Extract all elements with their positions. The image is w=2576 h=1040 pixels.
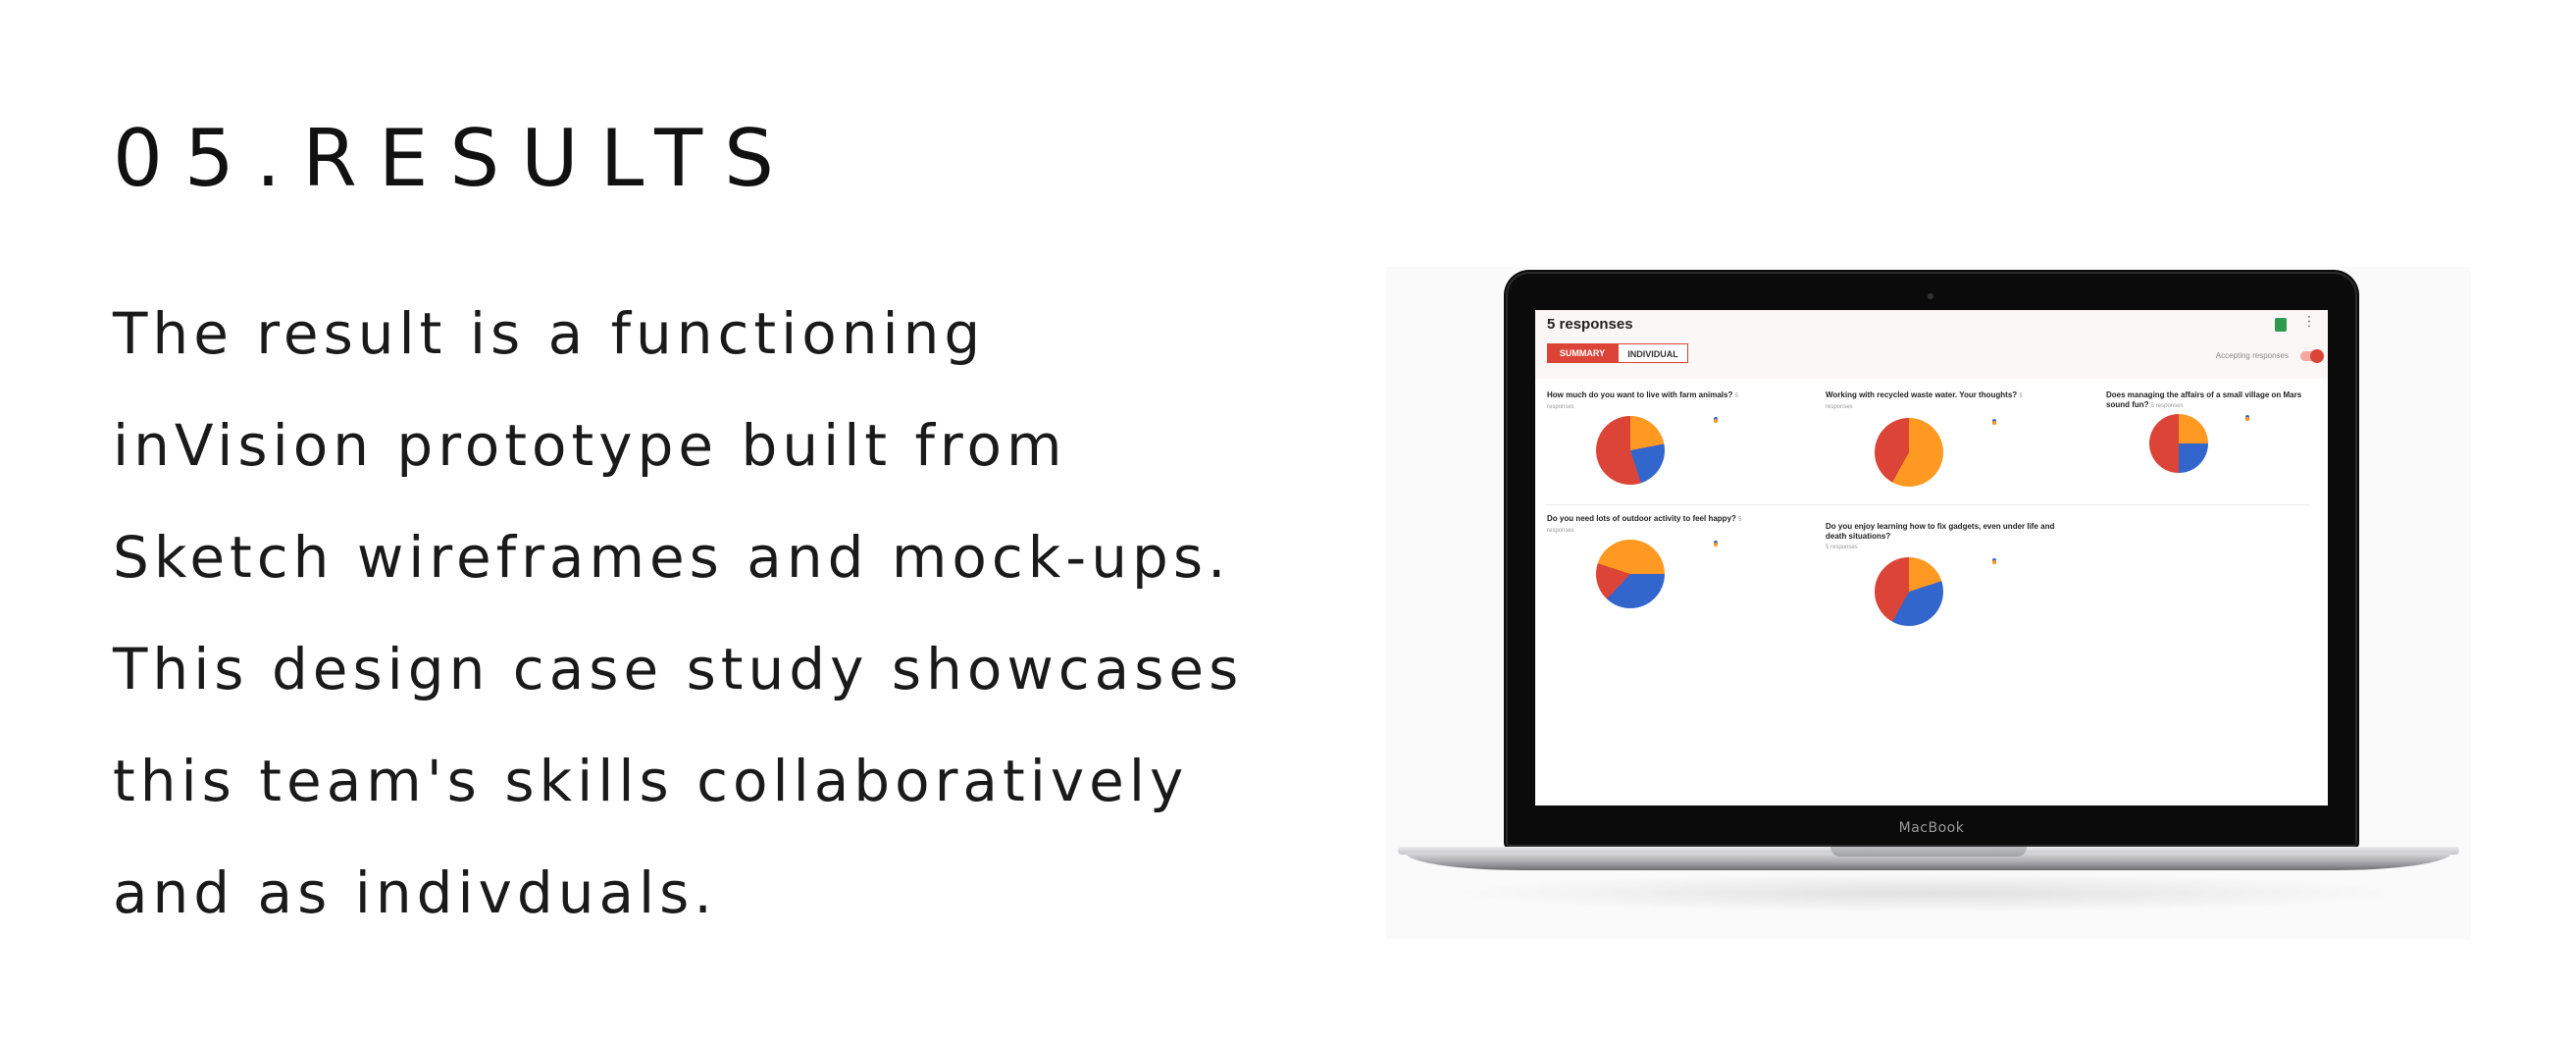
pie-chart	[1596, 416, 1665, 485]
question-card: Do you enjoy learning how to fix gadgets…	[1826, 522, 2061, 552]
question-card: How much do you want to live with farm a…	[1547, 390, 1763, 412]
laptop-hinge-notch	[1830, 847, 2027, 857]
paragraph-line: Sketch wireframes and mock-ups.	[113, 524, 1231, 591]
accepting-responses-label: Accepting responses	[2215, 351, 2289, 360]
response-count: 5 responses	[1547, 316, 1633, 333]
question-response-count: 5 responses	[1826, 545, 1858, 550]
laptop-bezel: 5 responses ⋮ SUMMARY INDIVIDUAL Accepti…	[1504, 270, 2359, 849]
accepting-responses-toggle	[2300, 349, 2324, 363]
results-paragraph: The result is a functioning inVision pro…	[113, 278, 1319, 949]
row-divider	[1545, 504, 2310, 505]
question-response-count: 5 responses	[2150, 403, 2184, 409]
pie-legend	[1992, 418, 2071, 425]
question-title-text: Working with recycled waste water. Your …	[1826, 390, 2018, 399]
laptop-brand-label: MacBook	[1898, 820, 1965, 836]
laptop-shadow	[1445, 873, 2412, 912]
question-title: How much do you want to live with farm a…	[1547, 390, 1763, 412]
pie-legend	[1992, 557, 2071, 564]
form-summary-header: 5 responses ⋮ SUMMARY INDIVIDUAL Accepti…	[1535, 310, 2328, 379]
sheets-icon	[2275, 318, 2287, 332]
question-title: Working with recycled waste water. Your …	[1826, 390, 2041, 412]
pie-chart	[1596, 540, 1665, 608]
question-title-text: How much do you want to live with farm a…	[1547, 390, 1733, 399]
paragraph-line: inVision prototype built from	[113, 412, 1067, 479]
question-title: Do you need lots of outdoor activity to …	[1547, 514, 1763, 536]
more-vertical-icon: ⋮	[2302, 314, 2316, 330]
question-card: Does managing the affairs of a small vil…	[2106, 390, 2322, 411]
section-title: 05.RESULTS	[113, 113, 796, 204]
paragraph-line: and as indivduals.	[113, 859, 717, 926]
camera-icon	[1928, 293, 1933, 299]
paragraph-line: This design case study showcases	[113, 636, 1244, 702]
laptop-mockup-image: 5 responses ⋮ SUMMARY INDIVIDUAL Accepti…	[1386, 267, 2471, 939]
question-title-text: Do you enjoy learning how to fix gadgets…	[1826, 522, 2055, 541]
tab-individual: INDIVIDUAL	[1618, 343, 1688, 363]
pie-chart	[1875, 557, 1943, 626]
question-title: Does managing the affairs of a small vil…	[2106, 390, 2322, 411]
paragraph-line: this team's skills collaboratively	[113, 748, 1189, 814]
pie-chart	[2149, 414, 2208, 473]
pie-legend	[1714, 540, 1792, 546]
question-card: Working with recycled waste water. Your …	[1826, 390, 2041, 412]
pie-legend	[1714, 416, 1792, 423]
laptop-screen: 5 responses ⋮ SUMMARY INDIVIDUAL Accepti…	[1535, 310, 2328, 806]
question-title-text: Do you need lots of outdoor activity to …	[1547, 514, 1736, 523]
paragraph-line: The result is a functioning	[113, 300, 986, 367]
pie-chart	[1875, 418, 1943, 487]
pie-legend	[2245, 414, 2324, 421]
question-card: Do you need lots of outdoor activity to …	[1547, 514, 1763, 536]
tab-summary: SUMMARY	[1547, 343, 1618, 363]
question-title-text: Does managing the affairs of a small vil…	[2106, 390, 2302, 409]
question-title: Do you enjoy learning how to fix gadgets…	[1826, 522, 2061, 552]
